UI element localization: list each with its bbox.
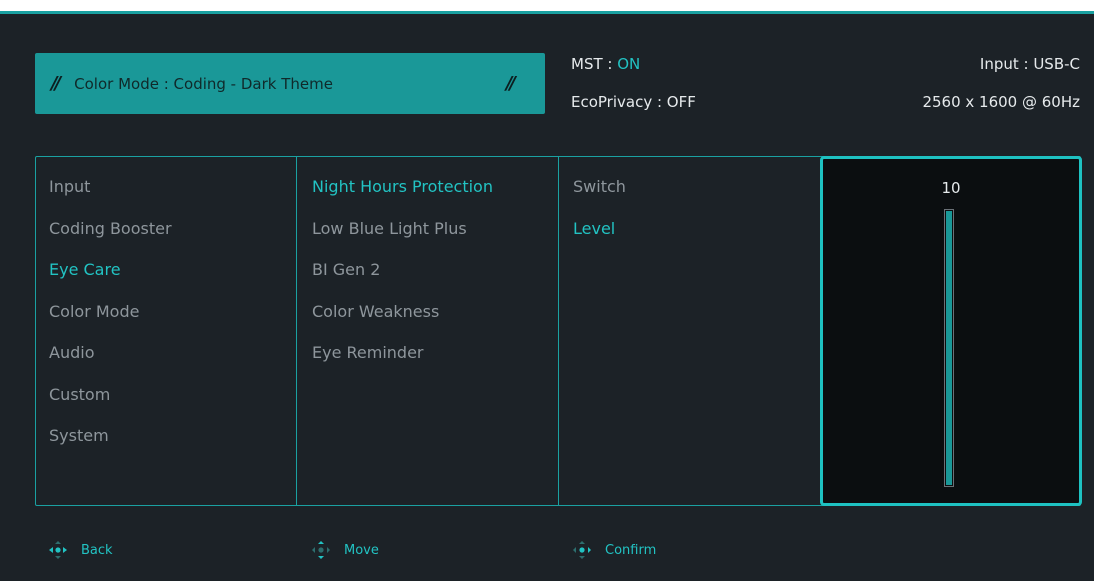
main-menu-item-custom[interactable]: Custom: [36, 384, 296, 426]
resolution-status: 2560 x 1600 @ 60Hz: [922, 93, 1080, 111]
main-menu-column: Input Coding Booster Eye Care Color Mode Aud…: [36, 157, 297, 505]
sub-menu-item-bi-gen-2[interactable]: BI Gen 2: [297, 259, 558, 301]
sub-menu-item-eye-reminder[interactable]: Eye Reminder: [297, 342, 558, 384]
main-menu-item-coding-booster[interactable]: Coding Booster: [36, 218, 296, 260]
main-menu-item-color-mode[interactable]: Color Mode: [36, 301, 296, 343]
main-menu-item-system[interactable]: System: [36, 425, 296, 467]
sub-menu: Night Hours Protection Low Blue Light Plu…: [297, 157, 558, 384]
level-value: 10: [941, 179, 961, 197]
sub-menu-item-low-blue-light-plus[interactable]: Low Blue Light Plus: [297, 218, 558, 260]
color-mode-banner: // Color Mode : Coding - Dark Theme //: [35, 53, 545, 114]
sub-menu-item-night-hours-protection[interactable]: Night Hours Protection: [297, 176, 558, 218]
confirm-hint[interactable]: Confirm: [571, 539, 656, 561]
confirm-label: Confirm: [605, 542, 657, 558]
joystick-up-down-icon: [312, 541, 330, 559]
main-menu-item-audio[interactable]: Audio: [36, 342, 296, 384]
back-hint[interactable]: Back: [47, 539, 113, 561]
slash-decoration-left: //: [51, 73, 61, 94]
level-slider[interactable]: [944, 209, 954, 487]
option-menu: Switch Level: [559, 157, 821, 259]
main-menu-item-eye-care[interactable]: Eye Care: [36, 259, 296, 301]
osd-menu-panel: Input Coding Booster Eye Care Color Mode Aud…: [35, 156, 1082, 506]
move-label: Move: [344, 542, 379, 558]
option-item-switch[interactable]: Switch: [559, 176, 821, 218]
option-item-level[interactable]: Level: [559, 218, 821, 260]
input-status: Input : USB-C: [979, 55, 1080, 73]
mst-status: MST : ON: [571, 55, 640, 73]
sub-menu-column: Night Hours Protection Low Blue Light Plu…: [297, 157, 559, 505]
joystick-left-icon: [49, 541, 67, 559]
slash-decoration-right: //: [505, 73, 516, 94]
level-adjust-panel[interactable]: 10: [820, 156, 1082, 506]
main-menu-item-input[interactable]: Input: [36, 176, 296, 218]
mst-value: ON: [617, 55, 641, 73]
level-slider-fill: [946, 211, 952, 485]
top-strip: [0, 0, 1094, 14]
color-mode-label: Color Mode : Coding - Dark Theme: [74, 74, 333, 93]
eco-privacy-status: EcoPrivacy : OFF: [571, 93, 696, 111]
option-column: Switch Level: [559, 157, 821, 505]
back-label: Back: [81, 542, 113, 558]
main-menu: Input Coding Booster Eye Care Color Mode Aud…: [36, 157, 296, 467]
joystick-press-icon: [573, 541, 591, 559]
move-hint[interactable]: Move: [310, 539, 379, 561]
mst-label: MST :: [571, 55, 618, 73]
sub-menu-item-color-weakness[interactable]: Color Weakness: [297, 301, 558, 343]
